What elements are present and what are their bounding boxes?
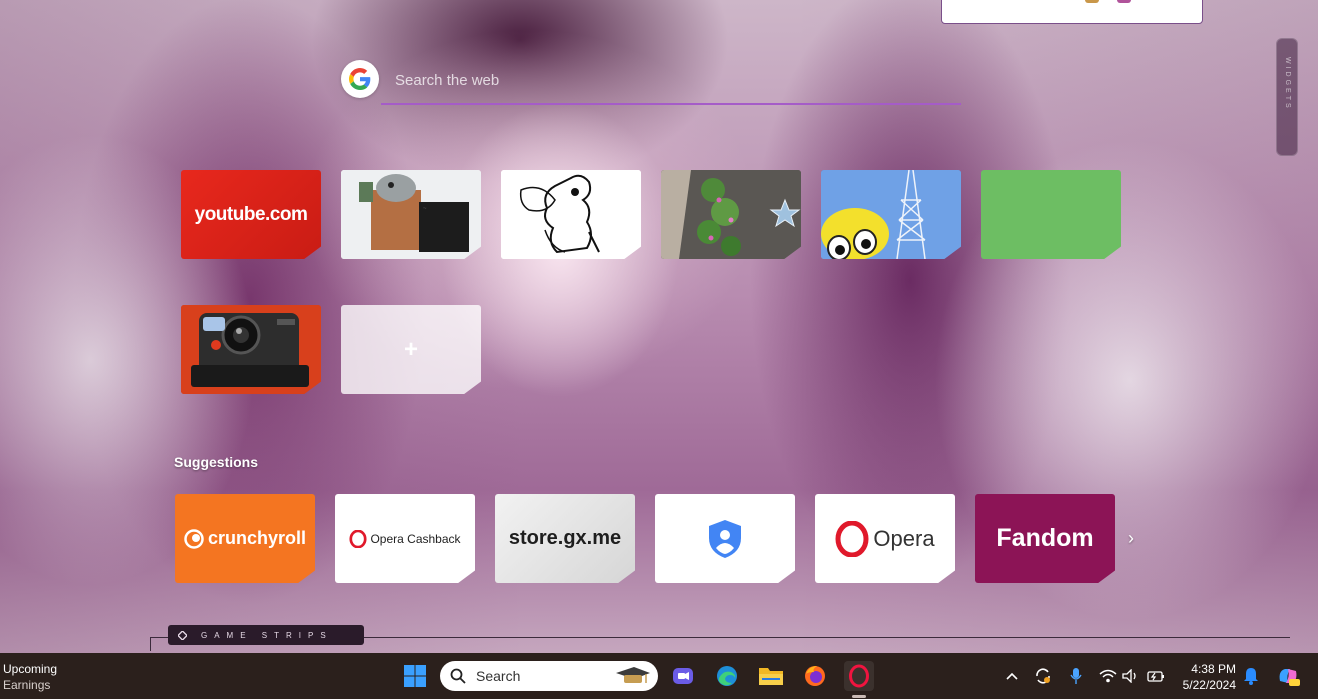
opera-gx-taskbar-icon[interactable] <box>844 661 874 691</box>
notification-bell-icon[interactable] <box>1241 666 1261 686</box>
suggestion-store-gx-label: store.gx.me <box>508 527 622 549</box>
speed-dial-camera-thumb[interactable] <box>181 305 321 394</box>
clock-date: 5/22/2024 <box>1182 678 1236 692</box>
edge-browser-icon[interactable] <box>712 661 742 691</box>
speed-dial-garden-thumb[interactable] <box>661 170 801 259</box>
crunchyroll-logo-icon <box>184 528 204 549</box>
camera-thumbnail-image <box>181 305 321 394</box>
speed-dial-youtube[interactable]: youtube.com <box>181 170 321 259</box>
clock-time: 4:38 PM <box>1191 662 1236 676</box>
opera-logo-icon <box>349 529 368 548</box>
windows-taskbar: Upcoming Earnings Search 4:38 PM 5/22/20… <box>0 653 1318 699</box>
top-widget-box[interactable] <box>941 0 1203 24</box>
add-site-plus: + <box>403 335 418 363</box>
search-input[interactable] <box>395 68 955 92</box>
speed-dial-youtube-label: youtube.com <box>194 203 308 225</box>
news-widget-title: Upcoming <box>3 662 58 676</box>
garden-thumbnail-image <box>661 170 801 259</box>
windows-start-icon[interactable] <box>400 661 430 691</box>
suggestion-fandom-label: Fandom <box>996 524 1094 552</box>
roblox-thumbnail-image: ~ <box>341 170 481 259</box>
game-strips-label: GAME STRIPS <box>201 630 333 640</box>
game-strips-diamond-icon <box>178 630 187 640</box>
graduation-cap-icon <box>616 667 650 683</box>
widgets-rail-label: WIDGETS <box>1284 57 1291 111</box>
suggestion-fandom[interactable]: Fandom <box>975 494 1115 583</box>
widgets-side-rail[interactable]: WIDGETS <box>1276 38 1298 156</box>
game-strips-tab[interactable]: GAME STRIPS <box>168 625 364 645</box>
speed-dial-roblox-thumb[interactable]: ~ <box>341 170 481 259</box>
suggestion-crunchyroll[interactable]: crunchyroll <box>175 494 315 583</box>
file-explorer-icon[interactable] <box>756 661 786 691</box>
suggestion-store-gx[interactable]: store.gx.me <box>495 494 635 583</box>
sketch-thumbnail-image <box>501 170 641 259</box>
teams-chat-icon[interactable] <box>668 661 698 691</box>
top-widget-marker-orange <box>1085 0 1099 3</box>
google-g-icon[interactable] <box>341 60 379 98</box>
copilot-icon[interactable] <box>1276 666 1300 686</box>
suggestion-opera-cashback[interactable]: Opera Cashback <box>335 494 475 583</box>
taskbar-clock[interactable]: 4:38 PM 5/22/2024 <box>1180 661 1236 693</box>
speed-dial-sketch-thumb[interactable] <box>501 170 641 259</box>
firefox-icon[interactable] <box>800 661 830 691</box>
taskbar-search-label: Search <box>476 668 521 684</box>
suggestions-next-arrow[interactable]: › <box>1128 528 1134 549</box>
suggestion-opera-label: Opera <box>873 525 935 551</box>
top-widget-marker-pink <box>1117 0 1131 3</box>
shield-user-icon <box>709 519 741 558</box>
wifi-icon[interactable] <box>1098 666 1118 686</box>
microphone-icon[interactable] <box>1066 666 1086 686</box>
suggestion-opera[interactable]: Opera <box>815 494 955 583</box>
opera-o-logo-icon <box>835 520 869 557</box>
sync-status-icon[interactable] <box>1033 666 1053 686</box>
search-icon <box>450 668 466 684</box>
show-hidden-icons-chevron-icon[interactable] <box>1002 666 1022 686</box>
taskbar-search-box[interactable]: Search <box>440 661 658 691</box>
suggestions-heading: Suggestions <box>174 454 259 470</box>
web-search-bar <box>341 60 961 106</box>
suggestion-opera-cashback-label: Opera Cashback <box>370 531 461 546</box>
active-app-indicator <box>852 695 866 698</box>
tower-thumbnail-image <box>821 170 961 259</box>
svg-text:~: ~ <box>423 206 427 212</box>
news-widget-subtitle: Earnings <box>3 678 51 692</box>
news-widget[interactable]: Upcoming Earnings <box>3 661 57 693</box>
suggestion-crunchyroll-label: crunchyroll <box>207 528 307 548</box>
volume-icon[interactable] <box>1121 666 1141 686</box>
search-underline <box>381 103 961 105</box>
battery-icon[interactable] <box>1146 666 1166 686</box>
speed-dial-tower-thumb[interactable] <box>821 170 961 259</box>
add-site-tile[interactable]: + <box>341 305 481 394</box>
suggestion-security-shield[interactable] <box>655 494 795 583</box>
speed-dial-green-thumb[interactable] <box>981 170 1121 259</box>
